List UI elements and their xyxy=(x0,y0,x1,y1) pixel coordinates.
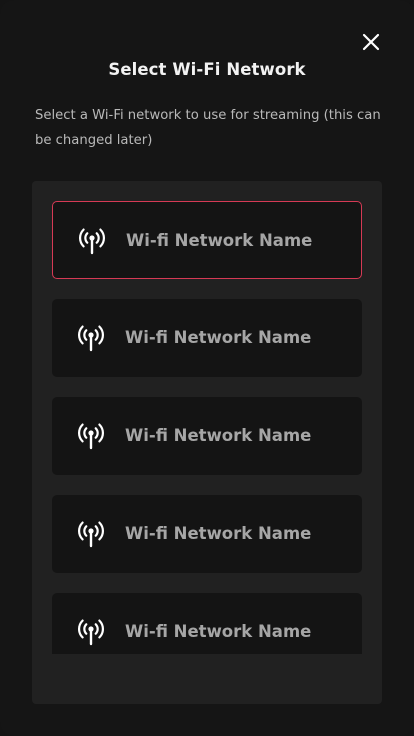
close-button[interactable] xyxy=(358,29,384,55)
network-item[interactable]: Wi-fi Network Name xyxy=(52,495,362,573)
network-item[interactable]: Wi-fi Network Name xyxy=(52,201,362,279)
network-list-panel[interactable]: Wi-fi Network Name Wi-fi Network Name Wi… xyxy=(32,181,382,704)
network-name: Wi-fi Network Name xyxy=(125,426,312,445)
network-item[interactable]: Wi-fi Network Name xyxy=(52,397,362,475)
wifi-antenna-icon xyxy=(77,226,107,256)
network-item[interactable]: Wi-fi Network Name xyxy=(52,299,362,377)
network-item[interactable]: Wi-fi Network Name xyxy=(52,593,362,654)
wifi-antenna-icon xyxy=(76,421,106,451)
network-name: Wi-fi Network Name xyxy=(125,524,312,543)
wifi-antenna-icon xyxy=(76,323,106,353)
wifi-antenna-icon xyxy=(76,519,106,549)
select-wifi-dialog: Select Wi-Fi Network Select a Wi-Fi netw… xyxy=(0,0,414,736)
network-name: Wi-fi Network Name xyxy=(125,622,312,641)
close-icon xyxy=(362,33,380,51)
network-name: Wi-fi Network Name xyxy=(125,328,312,347)
dialog-description: Select a Wi-Fi network to use for stream… xyxy=(35,108,381,148)
network-list: Wi-fi Network Name Wi-fi Network Name Wi… xyxy=(32,181,382,654)
dialog-title: Select Wi-Fi Network xyxy=(108,60,306,79)
wifi-antenna-icon xyxy=(76,617,106,647)
network-name: Wi-fi Network Name xyxy=(126,231,313,250)
